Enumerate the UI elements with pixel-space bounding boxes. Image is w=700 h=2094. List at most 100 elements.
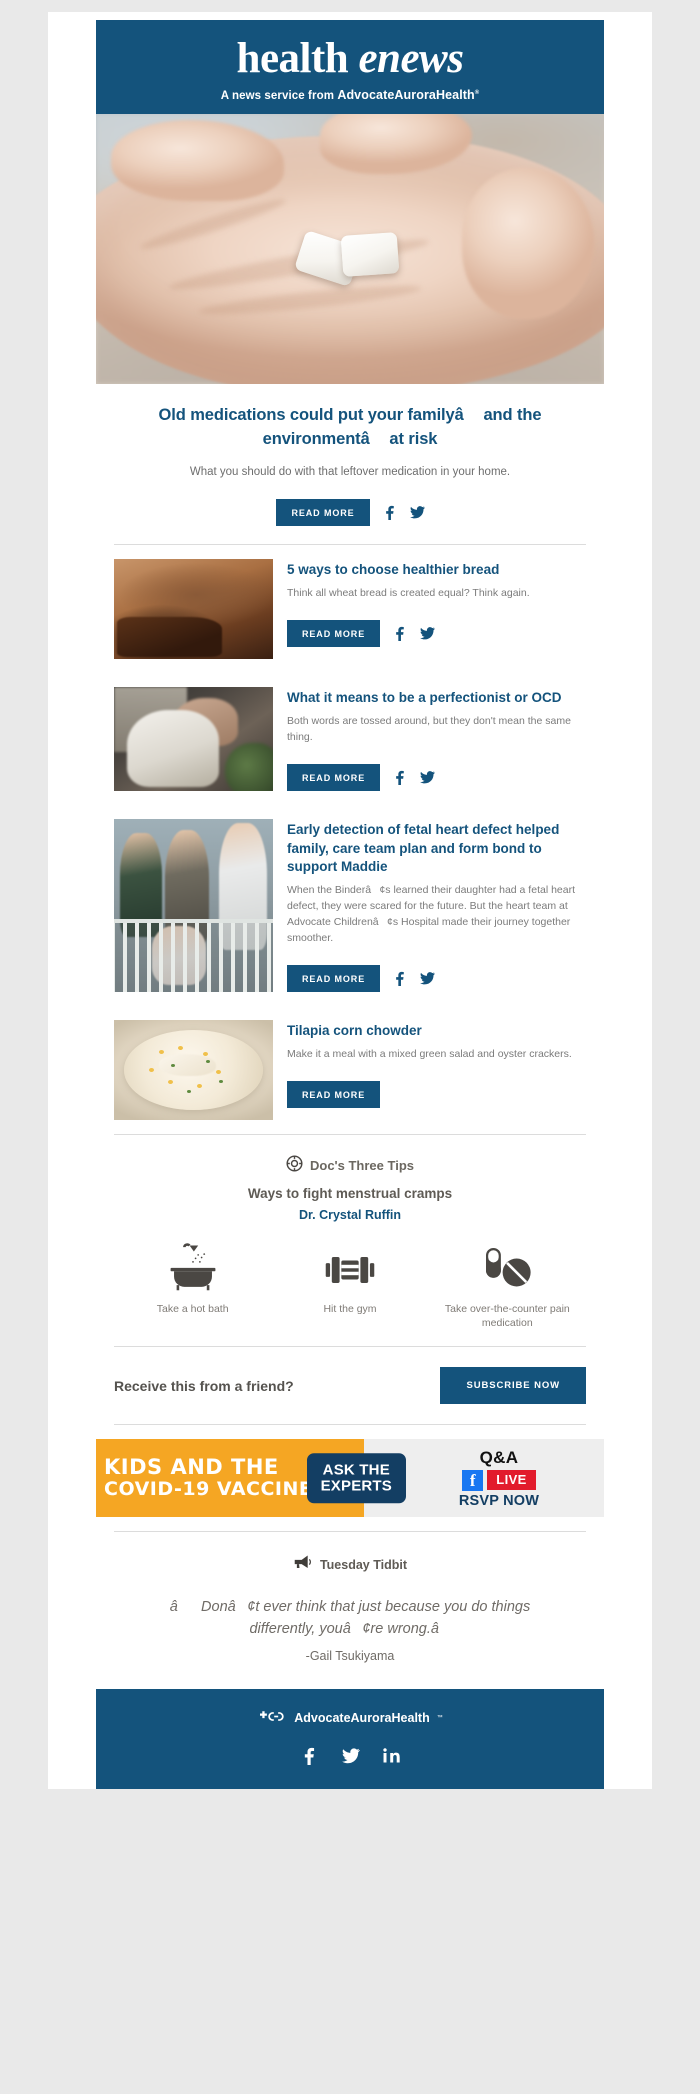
twitter-icon[interactable] — [409, 505, 425, 520]
corn-kernel-shape — [177, 1045, 183, 1050]
read-more-button[interactable]: READ MORE — [287, 764, 381, 792]
herb-flake-shape — [187, 1089, 192, 1093]
article-cta-row: READ MORE — [287, 1081, 586, 1108]
article-row: What it means to be a perfectionist or O… — [114, 673, 586, 805]
twitter-icon[interactable] — [341, 1747, 360, 1765]
article-thumbnail[interactable] — [114, 559, 273, 660]
masthead: health enews A news service from Advocat… — [96, 20, 604, 115]
read-more-button[interactable]: READ MORE — [276, 499, 370, 527]
article-thumbnail[interactable] — [114, 687, 273, 792]
ad-banner-left: KIDS AND THE COVID-19 VACCINE ASK THE EX… — [96, 1439, 406, 1518]
tuesday-tidbit-section: Tuesday Tidbit âDonâ¢t ever think tha… — [96, 1532, 604, 1689]
tidbit-label: Tuesday Tidbit — [319, 1557, 408, 1572]
article-cta-row: READ MORE — [287, 764, 586, 792]
read-more-button[interactable]: READ MORE — [287, 620, 381, 648]
subscribe-now-button[interactable]: SUBSCRIBE NOW — [440, 1367, 586, 1405]
facebook-icon[interactable] — [301, 1747, 318, 1765]
tip-item: Hit the gym — [271, 1240, 428, 1330]
tidbit-header: Tuesday Tidbit — [136, 1554, 564, 1575]
herb-flake-shape — [206, 1059, 211, 1063]
twitter-icon[interactable] — [420, 770, 436, 785]
tip-label: Take over-the-counter pain medication — [444, 1302, 570, 1329]
herb-flake-shape — [218, 1079, 223, 1083]
article-row: Early detection of fetal heart defect he… — [114, 805, 586, 1005]
live-badge: LIVE — [487, 1470, 536, 1491]
twitter-icon[interactable] — [420, 626, 436, 641]
article-description: Make it a meal with a mixed green salad … — [287, 1048, 572, 1061]
subscribe-section: Receive this from a friend? SUBSCRIBE NO… — [96, 1347, 604, 1424]
corn-kernel-shape — [158, 1049, 164, 1054]
tip-label: Take a hot bath — [156, 1302, 229, 1315]
tip-item: Take over-the-counter pain medication — [429, 1240, 586, 1330]
masthead-title-italic: enews — [358, 35, 464, 82]
bread-slice-shape — [117, 617, 223, 658]
doc-tips-doctor-name[interactable]: Dr. Crystal Ruffin — [114, 1208, 586, 1222]
email-body: health enews A news service from Advocat… — [48, 12, 652, 1789]
article-thumbnail[interactable] — [114, 819, 273, 992]
subscribe-prompt: Receive this from a friend? — [114, 1377, 294, 1394]
article-content: What it means to be a perfectionist or O… — [287, 687, 586, 792]
article-title[interactable]: Tilapia corn chowder — [287, 1022, 586, 1040]
email-page: health enews A news service from Advocat… — [0, 0, 700, 2094]
facebook-square-icon: f — [462, 1469, 484, 1491]
plant-shape — [225, 743, 273, 792]
facebook-icon[interactable] — [393, 626, 407, 642]
lead-story-description: What you should do with that leftover me… — [189, 465, 511, 478]
facebook-icon[interactable] — [393, 971, 407, 986]
lead-story-cta-row: READ MORE — [114, 499, 586, 527]
lead-story-title[interactable]: Old medications could put your familyâ… — [114, 404, 586, 451]
ad-kicker-line2: COVID-19 VACCINE — [104, 1478, 313, 1501]
dumbbell-icon — [271, 1240, 428, 1292]
masthead-title: health enews — [96, 36, 604, 81]
article-cta-row: READ MORE — [287, 964, 586, 992]
masthead-tagline: A news service from AdvocateAuroraHealth… — [96, 88, 604, 102]
article-title[interactable]: What it means to be a perfectionist or O… — [287, 689, 586, 707]
rsvp-now-label[interactable]: RSVP NOW — [459, 1493, 539, 1509]
article-description: Think all wheat bread is created equal? … — [287, 587, 530, 600]
bathtub-shower-icon — [114, 1240, 271, 1292]
masthead-title-regular: health — [236, 35, 359, 82]
footer-brand: AdvocateAuroraHealth ™ — [96, 1709, 604, 1727]
ad-banner-wrapper: KIDS AND THE COVID-19 VACCINE ASK THE EX… — [96, 1425, 604, 1531]
lead-story: Old medications could put your familyâ… — [96, 384, 604, 527]
ad-banner[interactable]: KIDS AND THE COVID-19 VACCINE ASK THE EX… — [96, 1439, 604, 1518]
doc-tips-section: Doc's Three Tips Ways to fight menstrual… — [96, 1135, 604, 1346]
linkedin-icon[interactable] — [382, 1747, 400, 1765]
twitter-icon[interactable] — [420, 971, 436, 986]
masthead-tagline-brand: AdvocateAuroraHealth — [337, 88, 475, 103]
masthead-tagline-prefix: A news service from — [220, 90, 338, 103]
tidbit-author: -Gail Tsukiyama — [305, 1648, 395, 1663]
article-content: Early detection of fetal heart defect he… — [287, 819, 586, 992]
ask-the-experts-button[interactable]: ASK THE EXPERTS — [306, 1453, 406, 1503]
corn-kernel-shape — [203, 1051, 209, 1056]
doc-tips-header: Doc's Three Tips — [114, 1155, 586, 1177]
article-row: 5 ways to choose healthier bread Think a… — [114, 545, 586, 673]
qa-title: Q&A — [479, 1447, 519, 1467]
fish-piece-shape — [158, 1053, 216, 1076]
tip-label: Hit the gym — [323, 1302, 377, 1315]
article-row: Tilapia corn chowder Make it a meal with… — [114, 1006, 586, 1134]
article-title[interactable]: 5 ways to choose healthier bread — [287, 561, 586, 579]
article-thumbnail[interactable] — [114, 1019, 273, 1120]
megaphone-icon — [293, 1554, 312, 1575]
corn-kernel-shape — [148, 1067, 154, 1072]
person-shape — [126, 710, 219, 788]
read-more-button[interactable]: READ MORE — [287, 964, 381, 992]
page-bottom-spacer — [0, 1788, 700, 1799]
ad-kicker-line1: KIDS AND THE — [104, 1455, 279, 1480]
advocate-aurora-logo-icon — [257, 1709, 287, 1727]
doc-tips-subheading: Ways to fight menstrual cramps — [247, 1185, 453, 1201]
read-more-button[interactable]: READ MORE — [287, 1081, 381, 1108]
ask-chip-line2: EXPERTS — [320, 1477, 392, 1495]
tidbit-quote: âDonâ¢t ever think that just because … — [169, 1599, 531, 1637]
article-title[interactable]: Early detection of fetal heart defect he… — [287, 821, 586, 876]
footer-trademark-mark: ™ — [436, 1714, 443, 1721]
corn-kernel-shape — [196, 1083, 202, 1088]
corn-kernel-shape — [168, 1079, 174, 1084]
facebook-icon[interactable] — [383, 505, 397, 521]
footer-social-row — [96, 1747, 604, 1765]
masthead-registered-mark: ® — [474, 90, 480, 97]
hero-image[interactable] — [96, 114, 604, 385]
facebook-icon[interactable] — [393, 770, 407, 786]
article-content: 5 ways to choose healthier bread Think a… — [287, 559, 586, 648]
